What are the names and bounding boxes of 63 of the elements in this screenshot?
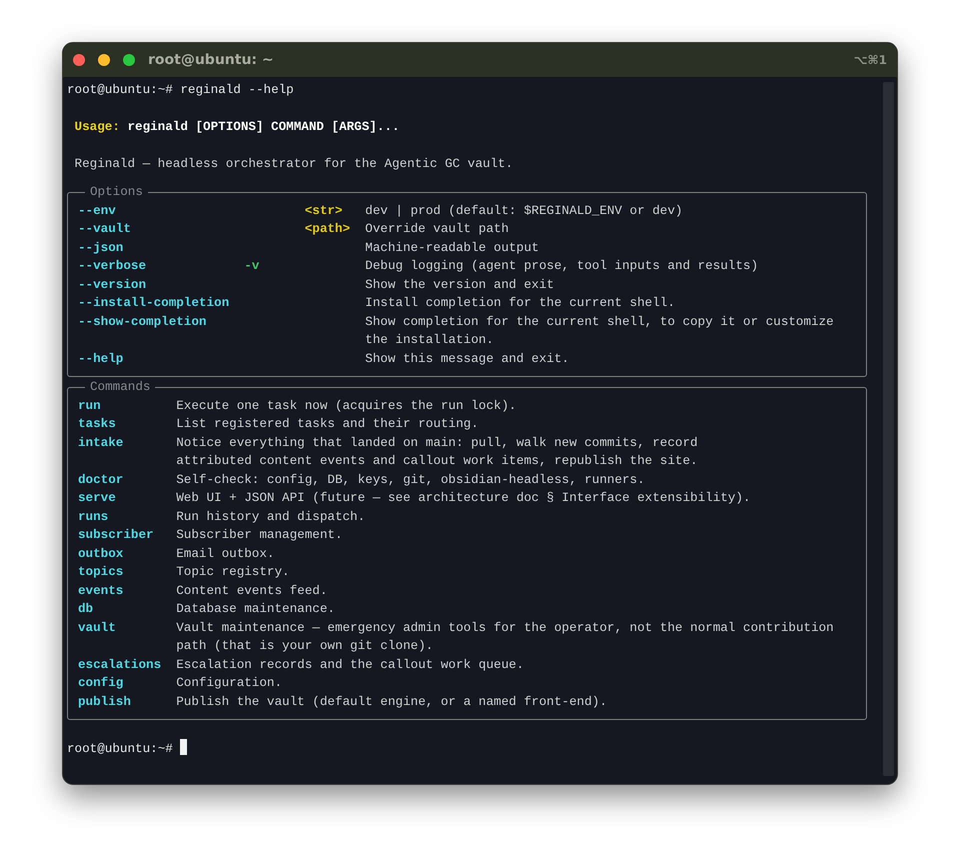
usage-text: reginald [OPTIONS] COMMAND [ARGS]... bbox=[127, 120, 400, 134]
command-name: serve bbox=[78, 490, 117, 507]
option-name: --json bbox=[78, 240, 124, 256]
command-name: doctor bbox=[78, 472, 124, 488]
command-name: intake bbox=[78, 434, 124, 452]
option-description: Install completion for the current shell. bbox=[365, 295, 676, 312]
description-text: Reginald — headless orchestrator for the Agentic GC vault. bbox=[74, 157, 513, 171]
shortcut-label: ⌥⌘1 bbox=[854, 53, 887, 67]
command-description: Execute one task now (acquires the run lock). bbox=[176, 398, 516, 414]
command-description: Topic registry. bbox=[176, 564, 290, 581]
command-name: topics bbox=[78, 564, 124, 581]
command-name: subscriber bbox=[78, 527, 155, 544]
command-name: runs bbox=[78, 508, 110, 526]
option-description: Machine-readable output bbox=[365, 240, 539, 256]
option-description: Show completion for the current shell, to copy it or customize the installation. bbox=[365, 314, 834, 349]
text-cursor bbox=[180, 738, 188, 754]
command-description: Configuration. bbox=[176, 675, 282, 692]
command-name: tasks bbox=[78, 416, 117, 433]
zoom-button[interactable] bbox=[123, 54, 135, 66]
command-name: outbox bbox=[78, 546, 124, 562]
command-name: run bbox=[78, 398, 102, 414]
command-name: db bbox=[78, 601, 94, 618]
option-name: --vault bbox=[78, 221, 132, 238]
command-description: Run history and dispatch. bbox=[176, 508, 366, 526]
close-button[interactable] bbox=[73, 54, 85, 66]
panel-title: Commands bbox=[89, 379, 152, 396]
command-description: Vault maintenance — emergency admin tools for the operator, not the normal contribution path (that is your own git clone). bbox=[176, 620, 834, 655]
option-metavar: <path> bbox=[304, 221, 352, 238]
command-description: Escalation records and the callout work queue. bbox=[176, 656, 524, 674]
option-alias-text: -v bbox=[244, 258, 260, 275]
option-name: --verbose bbox=[78, 258, 148, 275]
option-name: --show-completion bbox=[78, 314, 208, 330]
option-description: Override vault path bbox=[365, 221, 509, 238]
command-name: config bbox=[78, 675, 124, 692]
command-name: publish bbox=[78, 694, 132, 710]
command-name: escalations bbox=[78, 656, 162, 674]
option-name: --env bbox=[78, 202, 117, 220]
command-description: Publish the vault (default engine, or a named front-end). bbox=[176, 694, 608, 710]
command-name: events bbox=[78, 582, 124, 600]
command-description: Email outbox. bbox=[176, 546, 274, 562]
option-name: --version bbox=[78, 276, 148, 294]
minimize-button[interactable] bbox=[98, 54, 110, 66]
shell-prompt: root@ubuntu:~# bbox=[67, 83, 174, 97]
shell-prompt: root@ubuntu:~# bbox=[67, 742, 174, 756]
option-description: Show this message and exit. bbox=[365, 350, 570, 368]
option-description: Debug logging (agent prose, tool inputs and results) bbox=[365, 258, 758, 275]
command-description: Content events feed. bbox=[176, 582, 328, 600]
option-description: Show the version and exit bbox=[365, 276, 554, 294]
option-name: --install-completion bbox=[78, 295, 230, 312]
usage-label: Usage: bbox=[74, 120, 121, 134]
option-metavar: <str> bbox=[304, 202, 344, 220]
command-description: Database maintenance. bbox=[176, 601, 335, 618]
window-title: root@ubuntu: ~ bbox=[148, 52, 274, 68]
command-description: Web UI + JSON API (future — see architecture doc § Interface extensibility). bbox=[176, 490, 751, 507]
command-description: Subscriber management. bbox=[176, 527, 342, 544]
command-description: Notice everything that landed on main: pull, walk new commits, record attributed content events and callout work items, republish the site. bbox=[176, 434, 698, 470]
command-description: List registered tasks and their routing. bbox=[176, 416, 479, 433]
command-description: Self-check: config, DB, keys, git, obsidian-headless, runners. bbox=[176, 472, 645, 488]
panel-title: Options bbox=[89, 184, 144, 201]
command-name: vault bbox=[78, 620, 117, 636]
command-text: reginald --help bbox=[180, 83, 294, 97]
option-name: --help bbox=[78, 350, 124, 368]
option-description: dev | prod (default: $REGINALD_ENV or dev) bbox=[365, 202, 683, 220]
